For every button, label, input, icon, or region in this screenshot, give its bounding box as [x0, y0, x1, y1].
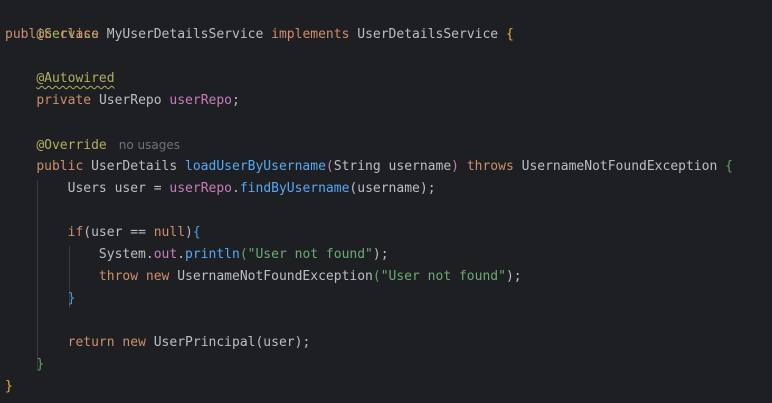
method-close-brace: } [36, 357, 45, 372]
dot: . [177, 247, 186, 262]
keyword-class: class [59, 27, 99, 42]
keyword-private: private [36, 93, 92, 108]
if-close-brace: } [67, 291, 76, 306]
if-condition-close: ) [185, 225, 193, 240]
println-call: println [185, 247, 240, 262]
field-type: UserRepo [98, 93, 162, 108]
code-line-17: } [5, 354, 44, 376]
usages-hint[interactable]: no usages [119, 138, 180, 152]
keyword-new: new [145, 269, 170, 284]
code-line-8: public UserDetails loadUserByUsername(St… [5, 156, 733, 178]
throw-close: ); [505, 269, 522, 284]
return-args: (user); [255, 335, 311, 350]
method-open-brace: { [725, 159, 733, 174]
code-line-4: @Autowired [5, 68, 115, 90]
class-open-brace: { [505, 27, 514, 42]
params-open-paren: ( [325, 159, 334, 174]
system-class: System. [98, 247, 154, 262]
code-line-18: } [5, 376, 13, 398]
code-line-16: return new UserPrincipal(user); [5, 332, 311, 354]
keyword-return: return [67, 335, 115, 350]
autowired-annotation: @Autowired [36, 71, 115, 86]
code-line-9: Users user = userRepo.findByUsername(use… [5, 178, 436, 200]
override-annotation: @Override [36, 138, 107, 153]
code-line-2: public class MyUserDetailsService implem… [5, 24, 514, 46]
params-close-paren: ) [451, 159, 459, 174]
println-open-paren: ( [239, 247, 248, 262]
call-args: (username); [349, 181, 436, 196]
class-close-brace: } [5, 379, 13, 394]
method-call: findByUsername [239, 181, 350, 196]
var-name: user [114, 181, 146, 196]
interface-name: UserDetailsService [357, 27, 499, 42]
principal-class: UserPrincipal [153, 335, 256, 350]
code-editor[interactable]: @Service public class MyUserDetailsServi… [0, 0, 772, 403]
method-name: loadUserByUsername [185, 159, 326, 174]
if-condition-open: (user == [83, 225, 146, 240]
keyword-if: if [67, 225, 84, 240]
param-type: String [333, 159, 381, 174]
keyword-throws: throws [466, 159, 514, 174]
var-type: Users [67, 181, 107, 196]
keyword-implements: implements [271, 27, 350, 42]
param-name: username [388, 159, 452, 174]
exception-type: UsernameNotFoundException [521, 159, 718, 174]
field-reference: userRepo [169, 181, 233, 196]
code-line-12: System.out.println("User not found"); [5, 244, 389, 266]
string-literal: "User not found" [247, 247, 373, 262]
semicolon: ; [232, 93, 240, 108]
keyword-new: new [122, 335, 146, 350]
println-close: ); [372, 247, 389, 262]
keyword-throw: throw [98, 269, 139, 284]
out-field: out [153, 247, 178, 262]
exception-class: UsernameNotFoundException [177, 269, 373, 284]
string-literal: "User not found" [380, 269, 506, 284]
code-line-5: private UserRepo userRepo; [5, 90, 240, 112]
assign-operator: = [153, 181, 162, 196]
class-name: MyUserDetailsService [106, 27, 264, 42]
return-type: UserDetails [91, 159, 178, 174]
throw-open-paren: ( [372, 269, 381, 284]
if-open-brace: { [192, 225, 201, 240]
code-line-14: } [5, 288, 76, 310]
dot: . [232, 181, 240, 196]
keyword-null: null [153, 225, 186, 240]
field-name: userRepo [169, 93, 233, 108]
code-line-1: @Service [5, 2, 99, 42]
code-line-11: if(user == null){ [5, 222, 201, 244]
keyword-public: public [5, 27, 52, 42]
keyword-public: public [36, 159, 84, 174]
code-line-13: throw new UsernameNotFoundException("Use… [5, 266, 522, 288]
code-line-7: @Override no usages [5, 134, 180, 156]
